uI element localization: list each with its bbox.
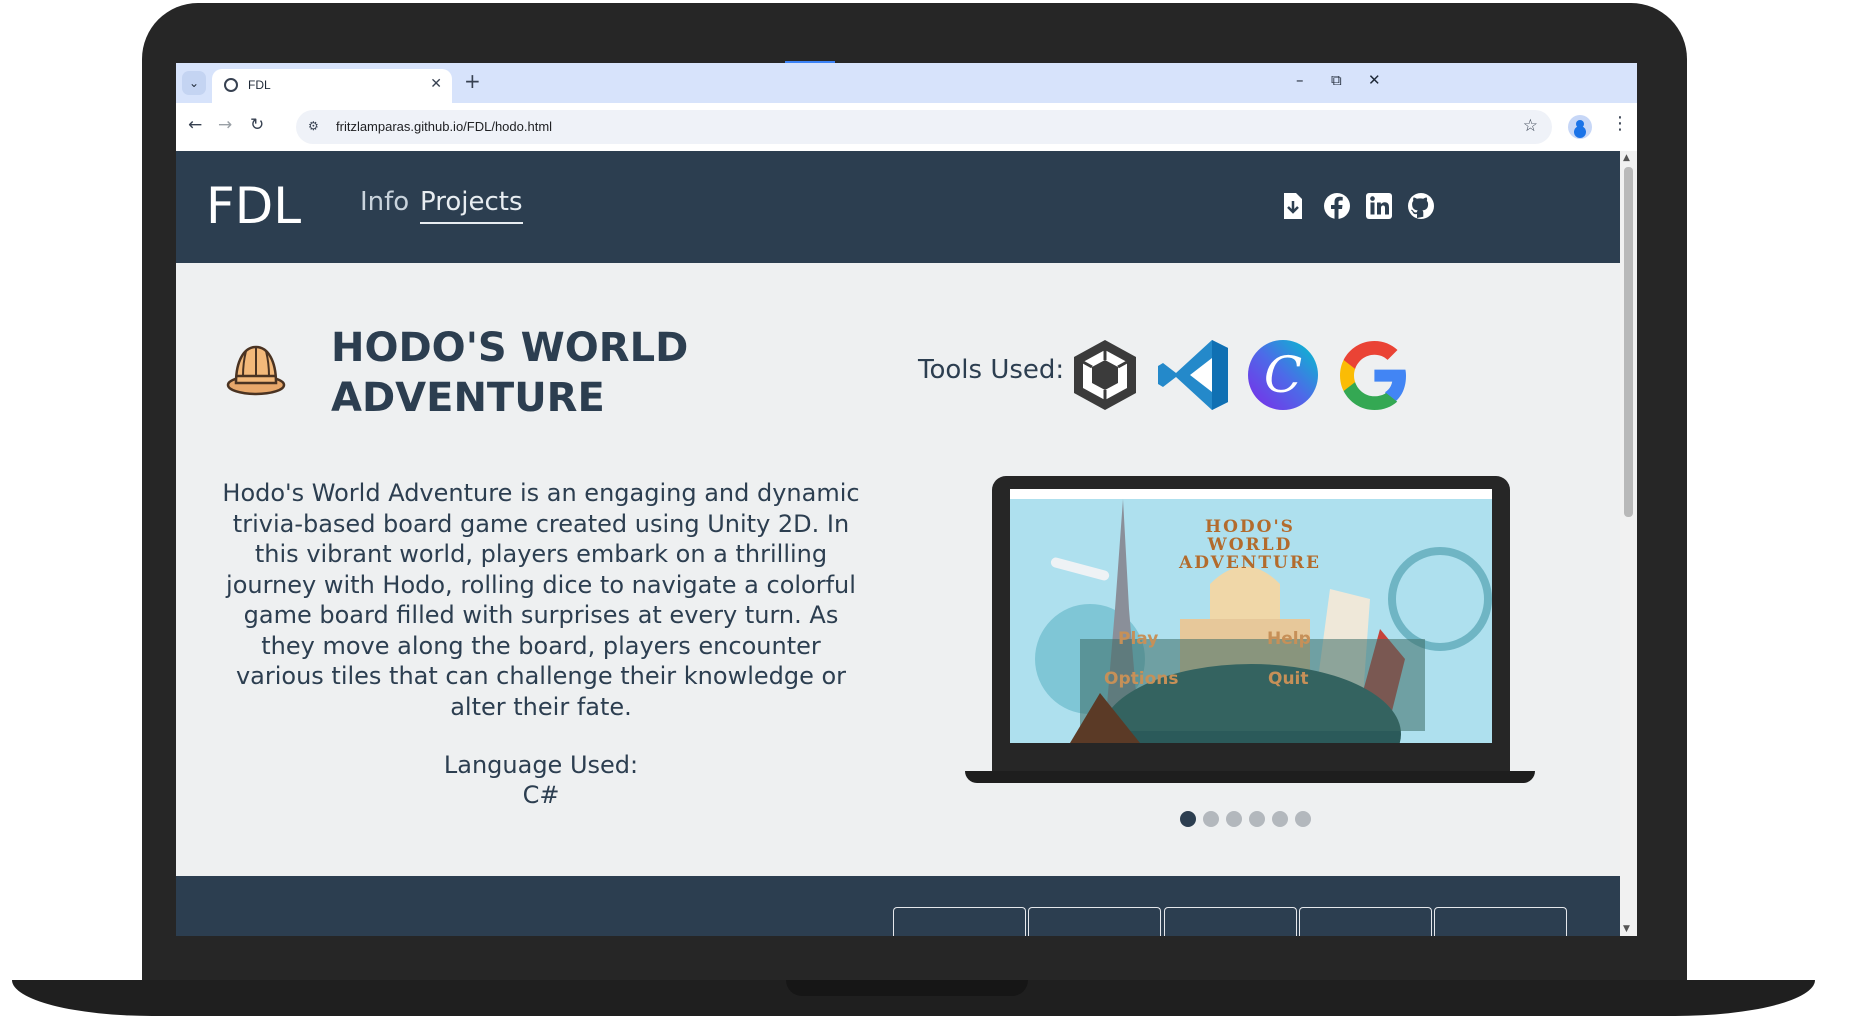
carousel-dot[interactable] (1226, 811, 1242, 827)
language-value: C# (522, 781, 560, 809)
game-menu-help: Help (1267, 629, 1311, 649)
browser-window: ⌄ FDL ✕ + – ⧉ ✕ ← → ↻ ⚙ fritzlamparas.gi… (176, 63, 1637, 936)
linkedin-icon[interactable] (1364, 191, 1394, 221)
thumbnail-strip (176, 876, 1620, 936)
site-header: FDL Info Projects (176, 151, 1620, 263)
page-scrollbar[interactable]: ▲ ▼ (1620, 151, 1637, 936)
tab-strip: ⌄ FDL ✕ + – ⧉ ✕ (176, 63, 1637, 103)
close-icon[interactable]: ✕ (430, 76, 442, 92)
game-title-line-1: HODO'S (1205, 517, 1295, 537)
tools-label: Tools Used: (918, 355, 1065, 385)
facebook-icon[interactable] (1322, 191, 1352, 221)
scroll-up-icon[interactable]: ▲ (1623, 153, 1630, 163)
thumbnail[interactable] (1299, 907, 1432, 936)
project-description: Hodo's World Adventure is an engaging an… (222, 479, 860, 721)
restore-icon[interactable]: ⧉ (1331, 71, 1342, 89)
thumbnail[interactable] (1164, 907, 1297, 936)
laptop-notch (786, 980, 1028, 996)
game-screenshot[interactable]: HODO'S WORLD ADVENTURE Play Help Options… (1010, 489, 1492, 743)
reload-icon[interactable]: ↻ (250, 115, 264, 135)
canva-icon: C (1248, 340, 1318, 410)
toolbar: ← → ↻ ⚙ fritzlamparas.github.io/FDL/hodo… (176, 103, 1637, 151)
svg-text:C: C (1264, 346, 1302, 404)
star-icon[interactable]: ☆ (1523, 116, 1538, 136)
scroll-thumb[interactable] (1624, 167, 1633, 517)
carousel-dot[interactable] (1180, 811, 1196, 827)
carousel-dot[interactable] (1295, 811, 1311, 827)
game-menu-play: Play (1118, 629, 1159, 649)
game-menu-options: Options (1104, 669, 1179, 689)
address-bar[interactable]: ⚙ fritzlamparas.github.io/FDL/hodo.html … (296, 110, 1552, 144)
globe-icon (224, 78, 238, 92)
carousel-dot[interactable] (1203, 811, 1219, 827)
profile-icon[interactable] (1568, 115, 1592, 139)
thumbnail[interactable] (893, 907, 1026, 936)
nav-link-info[interactable]: Info (360, 187, 409, 217)
language-label: Language Used: (443, 751, 639, 779)
thumbnail[interactable] (1434, 907, 1567, 936)
browser-tab[interactable]: FDL ✕ (212, 69, 452, 103)
game-title-line-2: WORLD (1207, 535, 1293, 555)
plus-icon[interactable]: + (464, 69, 481, 93)
carousel-dot[interactable] (1249, 811, 1265, 827)
game-menu-quit: Quit (1268, 669, 1309, 689)
thumbnail[interactable] (1028, 907, 1161, 936)
site-logo[interactable]: FDL (206, 177, 301, 235)
minimize-icon[interactable]: – (1296, 71, 1304, 89)
close-window-icon[interactable]: ✕ (1368, 71, 1381, 89)
scroll-down-icon[interactable]: ▼ (1623, 924, 1630, 934)
carousel-dot[interactable] (1272, 811, 1288, 827)
tab-list-icon[interactable]: ⌄ (182, 71, 206, 95)
download-resume-icon[interactable] (1278, 191, 1308, 221)
game-title-line-3: ADVENTURE (1179, 553, 1321, 573)
github-icon[interactable] (1406, 191, 1436, 221)
menu-icon[interactable]: ⋮ (1611, 113, 1629, 134)
unity-icon (1074, 340, 1136, 410)
explorer-hat-icon (226, 345, 286, 396)
mockup-laptop-base (965, 771, 1535, 783)
vscode-icon (1158, 340, 1228, 410)
site-info-icon[interactable]: ⚙ (308, 119, 319, 133)
project-title: HODO'S WORLD ADVENTURE (331, 325, 689, 421)
back-icon[interactable]: ← (188, 115, 202, 135)
web-page: FDL Info Projects HODO'S WORLD ADVENTURE… (176, 151, 1620, 936)
google-icon (1340, 341, 1406, 410)
forward-icon[interactable]: → (218, 115, 232, 135)
nav-link-projects[interactable]: Projects (420, 187, 523, 224)
url-text[interactable]: fritzlamparas.github.io/FDL/hodo.html (336, 119, 552, 134)
tab-title: FDL (248, 78, 271, 92)
